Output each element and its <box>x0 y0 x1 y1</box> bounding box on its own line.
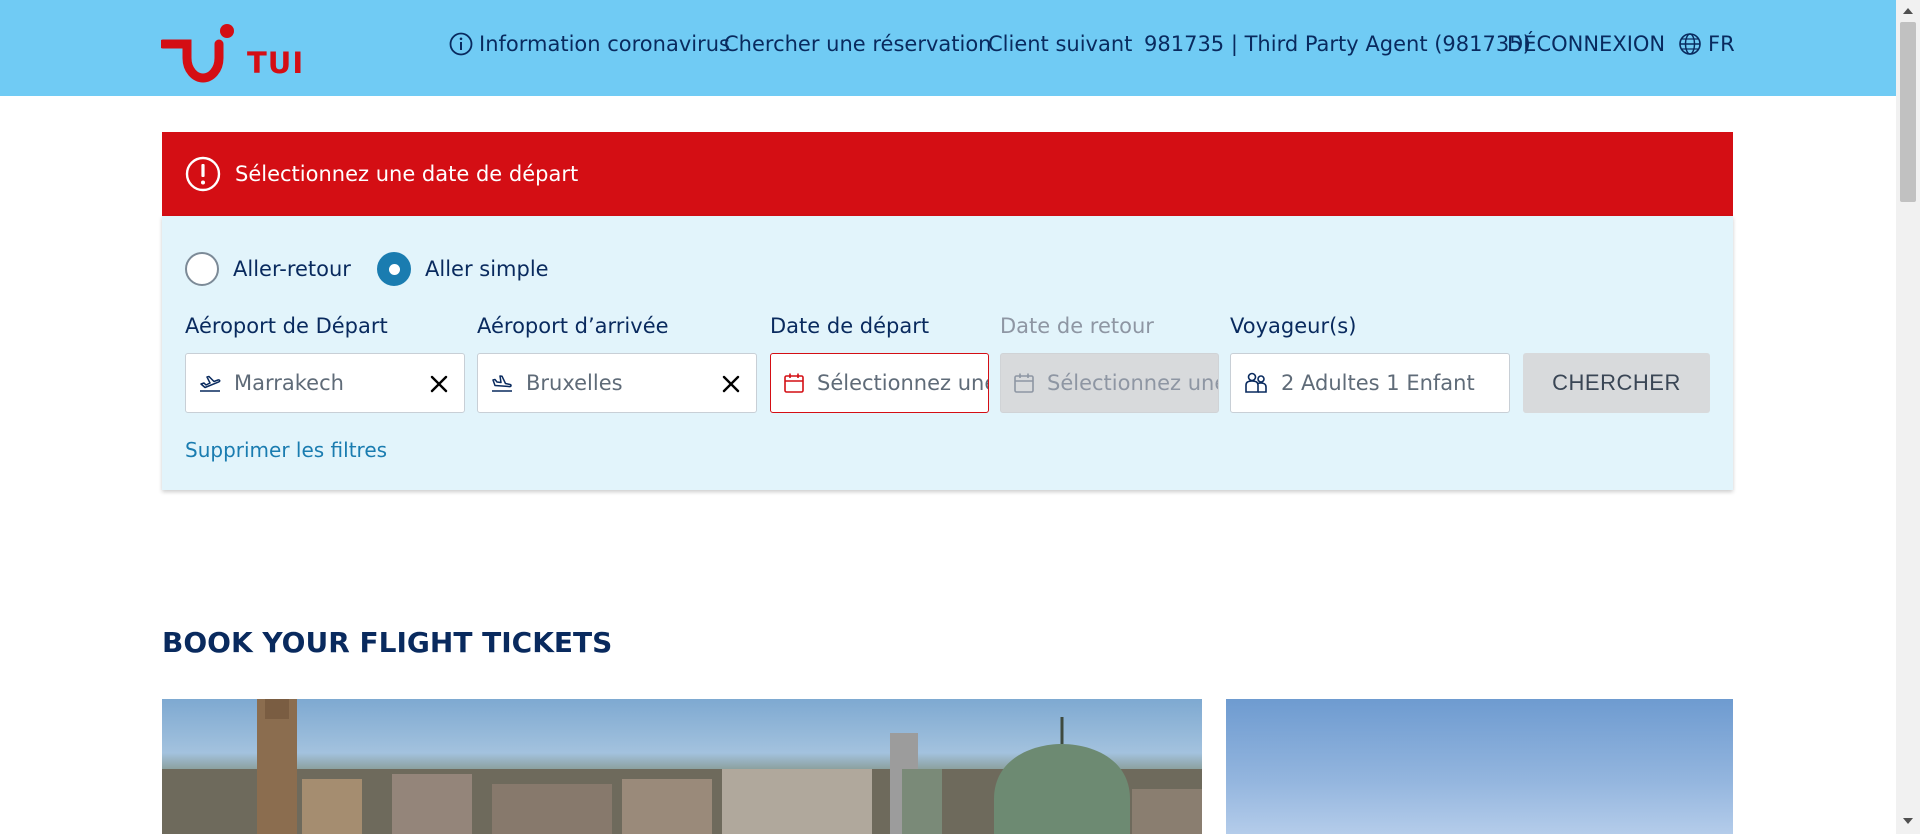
departure-airport-value: Marrakech <box>234 371 344 395</box>
return-date-placeholder: Sélectionnez une date <box>1047 371 1218 395</box>
globe-icon <box>1678 32 1702 56</box>
flight-search-panel: Aller-retour Aller simple Aéroport de Dé… <box>162 216 1733 490</box>
language-selector[interactable]: FR <box>1678 28 1735 60</box>
plane-takeoff-icon <box>198 371 222 395</box>
nav-coronavirus-label: Information coronavirus <box>479 32 730 56</box>
arrival-airport-value: Bruxelles <box>526 371 623 395</box>
radio-one-way-circle[interactable] <box>377 252 411 286</box>
plane-landing-icon <box>490 371 514 395</box>
destination-image-city[interactable] <box>162 699 1202 834</box>
destination-image-sky[interactable] <box>1226 699 1733 834</box>
logout-label: DÉCONNEXION <box>1507 32 1666 56</box>
departure-airport-label: Aéroport de Départ <box>185 314 388 338</box>
page-scrollbar[interactable] <box>1896 0 1920 834</box>
travellers-value: 2 Adultes 1 Enfant <box>1281 371 1475 395</box>
calendar-icon <box>1013 372 1035 394</box>
radio-round-trip[interactable]: Aller-retour <box>185 252 351 286</box>
departure-airport-field[interactable]: Marrakech <box>185 353 465 413</box>
clear-departure-icon[interactable] <box>426 371 452 397</box>
radio-round-trip-label: Aller-retour <box>233 257 351 281</box>
scroll-down-arrow-icon[interactable] <box>1903 818 1913 824</box>
info-icon <box>449 32 473 56</box>
page-heading: BOOK YOUR FLIGHT TICKETS <box>162 626 613 659</box>
radio-one-way[interactable]: Aller simple <box>377 252 549 286</box>
city-skyline-illustration <box>162 699 1202 834</box>
error-message: Sélectionnez une date de départ <box>235 162 579 186</box>
nav-next-client-label: Client suivant <box>988 32 1133 56</box>
nav-search-booking-label: Chercher une réservation <box>724 32 992 56</box>
return-date-field: Sélectionnez une date <box>1000 353 1219 413</box>
radio-one-way-label: Aller simple <box>425 257 549 281</box>
tui-smile-icon <box>158 24 234 83</box>
scrollbar-thumb[interactable] <box>1900 22 1916 202</box>
travellers-icon <box>1243 370 1269 396</box>
arrival-airport-label: Aéroport d’arrivée <box>477 314 669 338</box>
departure-date-field[interactable]: Sélectionnez une date <box>770 353 989 413</box>
alert-icon <box>185 156 221 192</box>
language-label: FR <box>1708 32 1735 56</box>
nav-agent-label: 981735 | Third Party Agent (981735) <box>1144 32 1531 56</box>
return-date-label: Date de retour <box>1000 314 1154 338</box>
departure-date-placeholder: Sélectionnez une date <box>817 371 988 395</box>
travellers-label: Voyageur(s) <box>1230 314 1357 338</box>
calendar-icon <box>783 372 805 394</box>
nav-coronavirus-info[interactable]: Information coronavirus <box>449 28 730 60</box>
clear-filters-link[interactable]: Supprimer les filtres <box>185 438 387 462</box>
logo-text: TUI <box>247 46 305 80</box>
arrival-airport-field[interactable]: Bruxelles <box>477 353 757 413</box>
logout-link[interactable]: DÉCONNEXION <box>1507 28 1665 60</box>
nav-next-client[interactable]: Client suivant <box>988 28 1132 60</box>
travellers-field[interactable]: 2 Adultes 1 Enfant <box>1230 353 1510 413</box>
search-button[interactable]: CHERCHER <box>1523 353 1710 413</box>
tui-logo[interactable]: TUI <box>158 22 305 86</box>
error-banner: Sélectionnez une date de départ <box>162 132 1733 216</box>
top-header: TUI Information coronavirus Chercher une… <box>0 0 1896 96</box>
nav-agent-account[interactable]: 981735 | Third Party Agent (981735) <box>1144 28 1531 60</box>
radio-round-trip-circle[interactable] <box>185 252 219 286</box>
departure-date-label: Date de départ <box>770 314 930 338</box>
nav-search-booking[interactable]: Chercher une réservation <box>724 28 991 60</box>
clear-arrival-icon[interactable] <box>718 371 744 397</box>
scroll-up-arrow-icon[interactable] <box>1903 8 1913 14</box>
